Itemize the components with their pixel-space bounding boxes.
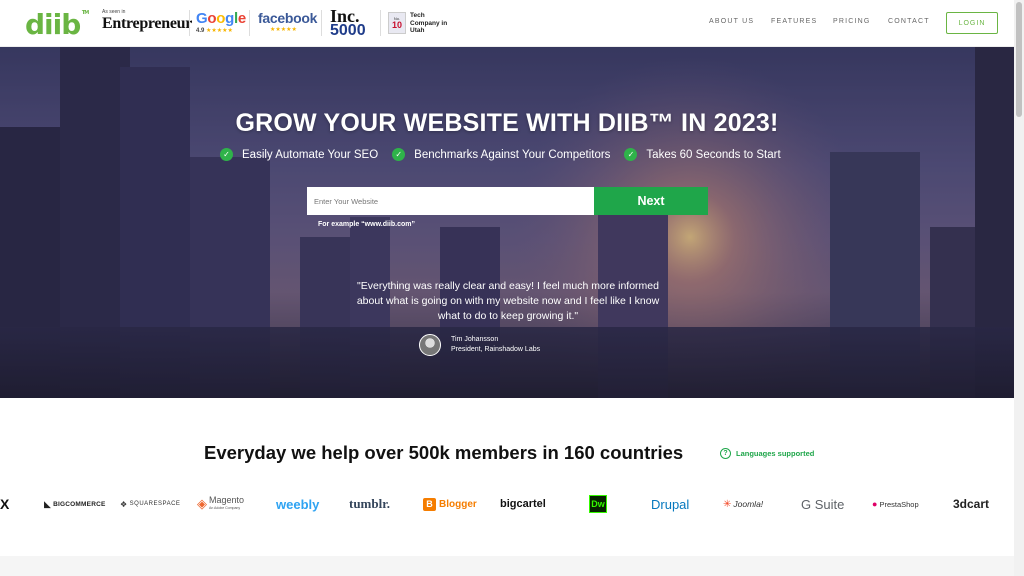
platform-logo-bigcommerce: ◣ BIGCOMMERCE bbox=[44, 498, 106, 509]
rank-badge-icon: No. 10 bbox=[388, 12, 406, 35]
press-divider bbox=[380, 10, 381, 36]
press-facebook: facebook ★★★★★ bbox=[258, 10, 317, 33]
testimonial-author: Tim Johansson President, Rainshadow Labs bbox=[419, 334, 540, 356]
inc-logo: Inc. bbox=[330, 6, 360, 26]
next-button[interactable]: Next bbox=[594, 187, 708, 215]
tech-company-label: Tech Company in Utah bbox=[410, 12, 448, 34]
next-section-strip bbox=[0, 556, 1014, 576]
check-icon: ✓ bbox=[624, 148, 638, 161]
benefit-item: ✓ Takes 60 Seconds to Start bbox=[624, 148, 781, 161]
nav-features[interactable]: FEATURES bbox=[771, 18, 817, 25]
hero-title: GROW YOUR WEBSITE WITH DIIB™ IN 2023! bbox=[235, 109, 779, 137]
benefit-item: ✓ Benchmarks Against Your Competitors bbox=[392, 148, 610, 161]
logo-tm: TM bbox=[81, 10, 89, 16]
platform-logo-bigcartel: bigcartel bbox=[500, 498, 546, 510]
benefit-item: ✓ Easily Automate Your SEO bbox=[220, 148, 378, 161]
platform-logo-3dcart: 3dcart bbox=[953, 497, 990, 511]
author-name: Tim Johansson bbox=[451, 336, 499, 343]
hero-section: GROW YOUR WEBSITE WITH DIIB™ IN 2023! ✓ … bbox=[0, 47, 1014, 398]
platform-logo-gsuite: G Suite bbox=[801, 496, 845, 512]
platform-logo-blogger: B Blogger bbox=[423, 493, 477, 515]
benefit-label: Easily Automate Your SEO bbox=[242, 148, 379, 161]
platform-logo-magento: ◈ Magento An Adobe Company bbox=[197, 495, 245, 512]
platform-logo-dreamweaver: Dw bbox=[589, 493, 607, 515]
languages-label: Languages supported bbox=[736, 449, 815, 458]
press-divider bbox=[321, 10, 322, 36]
diib-logo[interactable]: diib TM bbox=[25, 8, 89, 41]
login-button[interactable]: LOGIN bbox=[946, 12, 998, 34]
page-scrollbar[interactable] bbox=[1014, 0, 1024, 576]
nav-about-us[interactable]: ABOUT US bbox=[709, 18, 754, 25]
platform-logo-weebly: weebly bbox=[276, 496, 320, 512]
bigcommerce-icon: ◣ bbox=[44, 498, 52, 509]
platform-logo-drupal: Drupal bbox=[651, 496, 690, 512]
press-inc5000: Inc. 5000 bbox=[330, 6, 366, 39]
site-header: diib TM As seen in Entrepreneur Google 4.… bbox=[0, 0, 1014, 47]
check-icon: ✓ bbox=[220, 148, 233, 161]
logo-text: diib bbox=[25, 8, 81, 41]
members-title: Everyday we help over 500k members in 16… bbox=[204, 442, 684, 463]
website-input[interactable] bbox=[307, 187, 594, 215]
platform-logo-squarespace: ❖ SQUARESPACE bbox=[120, 499, 181, 509]
question-circle-icon: ? bbox=[720, 448, 731, 459]
benefit-list: ✓ Easily Automate Your SEO ✓ Benchmarks … bbox=[220, 148, 781, 161]
google-stars-icon: ★★★★★ bbox=[206, 28, 233, 34]
press-entrepreneur: As seen in Entrepreneur bbox=[102, 9, 192, 33]
facebook-logo: facebook bbox=[258, 10, 318, 26]
press-divider bbox=[249, 10, 250, 36]
check-icon: ✓ bbox=[392, 148, 406, 161]
platform-logo-prestashop: ● PrestaShop bbox=[872, 499, 919, 509]
blogger-icon: B bbox=[423, 497, 436, 511]
press-divider bbox=[189, 10, 190, 36]
facebook-stars-icon: ★★★★★ bbox=[270, 27, 297, 33]
scrollbar-thumb[interactable] bbox=[1016, 2, 1022, 117]
press-google: Google 4.9 ★★★★★ bbox=[196, 10, 246, 34]
avatar bbox=[419, 334, 441, 356]
squarespace-icon: ❖ bbox=[120, 499, 128, 509]
joomla-icon: ✳ bbox=[723, 498, 732, 510]
benefit-label: Takes 60 Seconds to Start bbox=[646, 148, 781, 161]
press-tech-company: No. 10 Tech Company in Utah bbox=[388, 12, 450, 35]
languages-supported-link[interactable]: ? Languages supported bbox=[720, 448, 814, 459]
nav-contact[interactable]: CONTACT bbox=[888, 18, 930, 25]
platform-logo-joomla: ✳ Joomla! bbox=[723, 498, 764, 510]
platform-logo-x: X bbox=[0, 496, 10, 512]
google-rating: 4.9 ★★★★★ bbox=[196, 28, 233, 34]
platform-logo-tumblr: tumblr. bbox=[349, 496, 391, 511]
benefit-label: Benchmarks Against Your Competitors bbox=[414, 148, 611, 161]
platform-logos: X ◣ BIGCOMMERCE ❖ SQUARESPACE ◈ Magento An… bbox=[0, 493, 1014, 515]
example-hint: For example “www.diib.com” bbox=[318, 221, 415, 228]
testimonial-quote: "Everything was really clear and easy! I… bbox=[356, 280, 660, 322]
members-section: Everyday we help over 500k members in 16… bbox=[0, 398, 1014, 556]
prestashop-icon: ● bbox=[872, 499, 878, 509]
author-title: President, Rainshadow Labs bbox=[451, 346, 541, 353]
magento-icon: ◈ bbox=[197, 496, 207, 511]
google-logo: Google bbox=[196, 10, 246, 27]
inc-number: 5000 bbox=[330, 22, 366, 39]
nav-pricing[interactable]: PRICING bbox=[833, 18, 871, 25]
dreamweaver-icon: Dw bbox=[589, 495, 607, 513]
entrepreneur-logo: Entrepreneur bbox=[102, 15, 193, 32]
